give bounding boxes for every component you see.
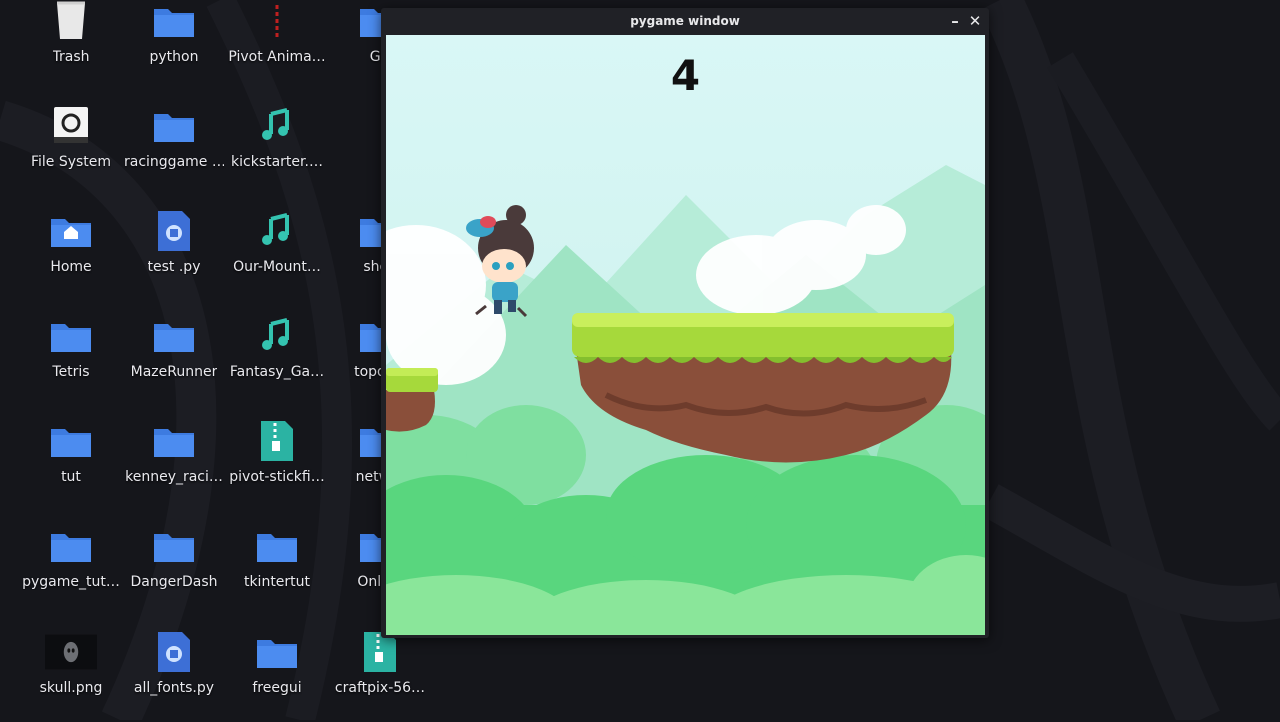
desktop-icon-label: Fantasy_Ga… xyxy=(229,364,325,380)
folder-icon xyxy=(148,0,200,47)
desktop-icon-label: tut xyxy=(61,469,81,485)
folder-icon xyxy=(251,520,303,572)
desktop-icon[interactable]: DangerDash xyxy=(126,520,222,616)
folder-icon xyxy=(148,415,200,467)
desktop-icon[interactable]: Tetris xyxy=(23,310,119,406)
desktop-icon-label: freegui xyxy=(252,680,302,696)
desktop-icon-label: File System xyxy=(30,154,112,170)
desktop-icon-label: skull.png xyxy=(39,680,103,696)
desktop-icon[interactable]: all_fonts.py xyxy=(126,626,222,722)
minimize-button[interactable]: – xyxy=(945,11,965,31)
music-file-icon xyxy=(251,310,303,362)
game-scene xyxy=(386,35,985,635)
desktop-icon-label: tkintertut xyxy=(243,574,311,590)
folder-icon xyxy=(251,626,303,678)
folder-icon xyxy=(148,520,200,572)
folder-icon xyxy=(45,415,97,467)
pygame-window[interactable]: pygame window – ✕ 4 xyxy=(381,8,989,638)
python-file-icon xyxy=(148,205,200,257)
desktop-icon-label: MazeRunner xyxy=(130,364,218,380)
music-file-icon xyxy=(251,100,303,152)
folder-icon xyxy=(45,520,97,572)
game-canvas[interactable]: 4 xyxy=(386,35,985,635)
desktop-icon[interactable]: Pivot Anima… xyxy=(228,0,326,91)
python-file-icon xyxy=(148,626,200,678)
desktop-icon-label: test .py xyxy=(147,259,201,275)
desktop-icon-label: all_fonts.py xyxy=(133,680,215,696)
desktop-icon[interactable]: tut xyxy=(23,415,119,511)
desktop-icon[interactable]: pygame_tut… xyxy=(22,520,120,616)
zip-file-icon xyxy=(251,415,303,467)
desktop-icon[interactable]: Fantasy_Ga… xyxy=(229,310,325,406)
window-title: pygame window xyxy=(630,14,740,28)
desktop-icon[interactable]: kenney_raci… xyxy=(125,415,223,511)
close-button[interactable]: ✕ xyxy=(965,11,985,31)
desktop-icon-label: pivot-stickfi… xyxy=(229,469,325,485)
desktop-icon-label: pygame_tut… xyxy=(22,574,120,590)
home-folder-icon xyxy=(45,205,97,257)
desktop-icon[interactable]: pivot-stickfi… xyxy=(229,415,325,511)
desktop-icon-label: kickstarter.… xyxy=(231,154,323,170)
desktop-icon[interactable]: racinggame … xyxy=(124,100,224,196)
desktop-icon[interactable]: craftpix-56… xyxy=(332,626,428,722)
desktop-icon-label: Pivot Anima… xyxy=(228,49,326,65)
desktop-icon[interactable]: Our-Mount… xyxy=(229,205,325,301)
desktop-icon[interactable]: skull.png xyxy=(23,626,119,722)
desktop-icon[interactable]: MazeRunner xyxy=(126,310,222,406)
desktop-icon-label: python xyxy=(149,49,199,65)
desktop-icon-label: Tetris xyxy=(52,364,90,380)
score-counter: 4 xyxy=(670,51,701,100)
desktop-icon[interactable]: Trash xyxy=(23,0,119,91)
desktop-icon-label: Our-Mount… xyxy=(233,259,321,275)
folder-icon xyxy=(45,310,97,362)
desktop-icon-label: kenney_raci… xyxy=(125,469,223,485)
music-file-icon xyxy=(251,205,303,257)
desktop-icon-label: Trash xyxy=(52,49,90,65)
desktop-icon-label: craftpix-56… xyxy=(334,680,426,696)
image-file-icon xyxy=(45,626,97,678)
pivot-app-icon xyxy=(251,0,303,47)
trash-icon xyxy=(45,0,97,47)
folder-icon xyxy=(148,310,200,362)
folder-icon xyxy=(148,100,200,152)
desktop-icon[interactable]: Home xyxy=(23,205,119,301)
desktop-icon[interactable]: freegui xyxy=(229,626,325,722)
desktop-icon[interactable]: tkintertut xyxy=(229,520,325,616)
window-titlebar[interactable]: pygame window – ✕ xyxy=(381,8,989,34)
desktop-icon-label: DangerDash xyxy=(130,574,218,590)
desktop-icon[interactable]: test .py xyxy=(126,205,222,301)
desktop-icon[interactable]: File System xyxy=(23,100,119,196)
desktop-icon[interactable]: kickstarter.… xyxy=(229,100,325,196)
drive-icon xyxy=(45,100,97,152)
desktop-icon-label: Home xyxy=(50,259,92,275)
desktop-icon[interactable]: python xyxy=(126,0,222,91)
desktop-icon-label: racinggame … xyxy=(124,154,224,170)
